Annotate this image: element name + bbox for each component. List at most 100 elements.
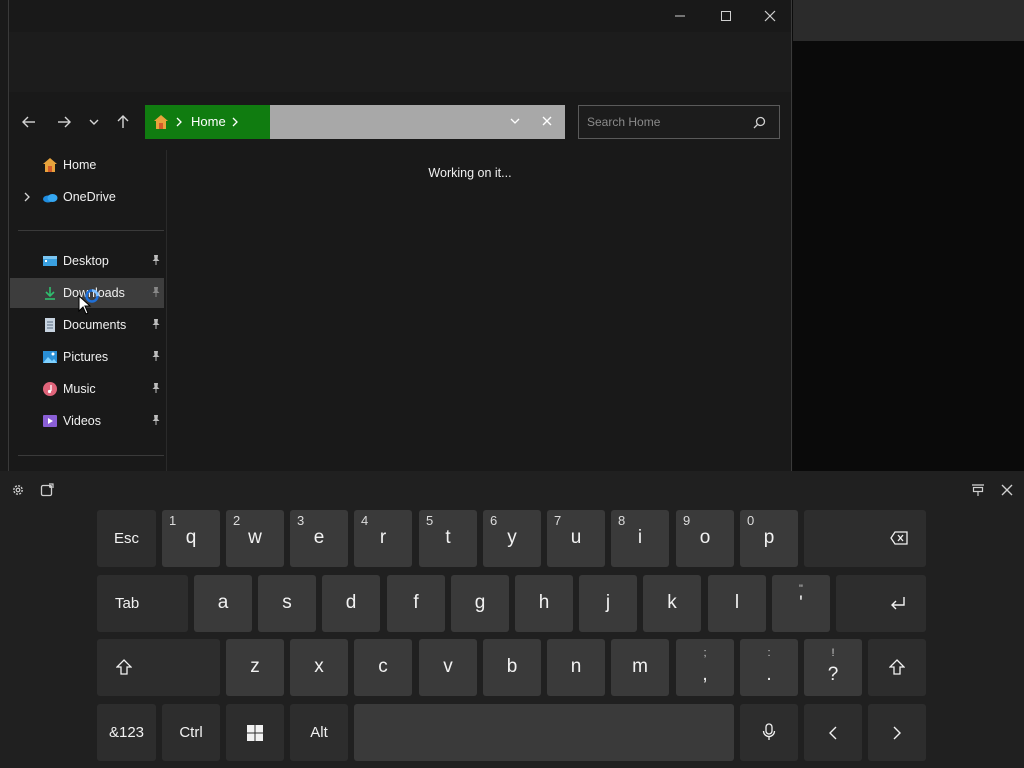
key-m[interactable]: m: [611, 639, 669, 696]
key-j[interactable]: j: [579, 575, 637, 632]
key-alt[interactable]: Alt: [290, 704, 348, 761]
key-label: t: [445, 527, 451, 548]
key-enter[interactable]: [836, 575, 926, 632]
key-num: 1: [169, 513, 177, 528]
key-arrow-right[interactable]: [868, 704, 926, 761]
sidebar-item-label: Pictures: [63, 350, 109, 364]
pin-icon[interactable]: [150, 414, 162, 426]
key-arrow-left[interactable]: [804, 704, 862, 761]
key-c[interactable]: c: [354, 639, 412, 696]
close-keyboard-button[interactable]: [999, 482, 1015, 498]
key-z[interactable]: z: [226, 639, 284, 696]
address-bar[interactable]: Home: [145, 105, 565, 139]
pin-icon[interactable]: [150, 254, 162, 266]
key-h[interactable]: h: [515, 575, 573, 632]
key-label: v: [443, 656, 453, 677]
title-bar[interactable]: [9, 0, 791, 32]
pin-icon[interactable]: [150, 286, 162, 298]
key-label: ': [799, 593, 803, 614]
key-num: 2: [233, 513, 241, 528]
key-backspace[interactable]: [804, 510, 926, 567]
shift-icon: [889, 659, 905, 675]
dock-keyboard-button[interactable]: [970, 482, 986, 498]
pin-icon[interactable]: [150, 318, 162, 330]
key-label: r: [379, 527, 387, 548]
sidebar-item-pictures[interactable]: Pictures: [10, 342, 164, 372]
maximize-button[interactable]: [703, 0, 749, 32]
key-windows[interactable]: [226, 704, 284, 761]
sticker-button[interactable]: [39, 482, 55, 498]
key-o[interactable]: 9o: [676, 510, 734, 567]
key-tab[interactable]: Tab: [97, 575, 188, 632]
dock-icon: [972, 484, 984, 496]
key-k[interactable]: k: [643, 575, 701, 632]
key-shift-right[interactable]: [868, 639, 926, 696]
forward-button[interactable]: [50, 108, 78, 136]
sidebar-item-music[interactable]: Music: [10, 374, 164, 404]
key-period[interactable]: :.: [740, 639, 798, 696]
key-v[interactable]: v: [419, 639, 477, 696]
key-esc[interactable]: Esc: [97, 510, 156, 567]
key-n[interactable]: n: [547, 639, 605, 696]
key-t[interactable]: 5t: [419, 510, 477, 567]
address-breadcrumb[interactable]: Home: [145, 105, 270, 139]
key-space[interactable]: [354, 704, 734, 761]
sidebar-item-onedrive[interactable]: OneDrive: [10, 182, 164, 212]
key-comma[interactable]: ;,: [676, 639, 734, 696]
key-s[interactable]: s: [258, 575, 316, 632]
key-question[interactable]: !?: [804, 639, 862, 696]
key-secondary: :: [767, 647, 771, 659]
sidebar-item-desktop[interactable]: Desktop: [10, 246, 164, 276]
key-l[interactable]: l: [708, 575, 766, 632]
key-w[interactable]: 2w: [226, 510, 284, 567]
minimize-button[interactable]: [657, 0, 703, 32]
key-label: d: [345, 592, 357, 613]
key-r[interactable]: 4r: [354, 510, 412, 567]
key-i[interactable]: 8i: [611, 510, 669, 567]
key-p[interactable]: 0p: [740, 510, 798, 567]
chevron-down-icon[interactable]: [509, 117, 521, 127]
key-label: k: [667, 592, 677, 613]
key-numbers-symbols[interactable]: &123: [97, 704, 156, 761]
key-e[interactable]: 3e: [290, 510, 348, 567]
back-button[interactable]: [15, 108, 43, 136]
microphone-icon: [762, 723, 776, 740]
key-apostrophe[interactable]: " ': [772, 575, 830, 632]
key-f[interactable]: f: [387, 575, 445, 632]
sidebar-item-label: Documents: [63, 318, 127, 332]
background-window-titlebar: [793, 0, 1024, 41]
key-x[interactable]: x: [290, 639, 348, 696]
close-icon[interactable]: [542, 116, 552, 126]
arrow-up-icon: [117, 115, 129, 128]
breadcrumb-home[interactable]: Home: [191, 114, 226, 129]
key-g[interactable]: g: [451, 575, 509, 632]
key-b[interactable]: b: [483, 639, 541, 696]
chevron-right-icon[interactable]: [23, 192, 31, 202]
key-num: 4: [361, 513, 369, 528]
search-input[interactable]: Search Home: [587, 115, 660, 129]
key-voice-typing[interactable]: [740, 704, 798, 761]
search-box[interactable]: Search Home: [578, 105, 780, 139]
key-d[interactable]: d: [322, 575, 380, 632]
recent-locations-button[interactable]: [80, 108, 108, 136]
pane-splitter[interactable]: [166, 150, 167, 471]
key-u[interactable]: 7u: [547, 510, 605, 567]
key-ctrl[interactable]: Ctrl: [162, 704, 220, 761]
up-button[interactable]: [109, 108, 137, 136]
key-q[interactable]: 1q: [162, 510, 220, 567]
key-num: 7: [554, 513, 562, 528]
sidebar-item-home[interactable]: Home: [10, 150, 164, 180]
key-label: c: [378, 656, 388, 677]
key-num: 3: [297, 513, 305, 528]
keyboard-settings-button[interactable]: [10, 482, 26, 498]
sidebar-item-videos[interactable]: Videos: [10, 406, 164, 436]
pin-icon[interactable]: [150, 350, 162, 362]
sidebar-item-label: Music: [63, 382, 96, 396]
key-a[interactable]: a: [194, 575, 252, 632]
desktop-background: [0, 0, 8, 471]
key-y[interactable]: 6y: [483, 510, 541, 567]
key-label: b: [506, 656, 518, 677]
key-shift-left[interactable]: [97, 639, 220, 696]
pin-icon[interactable]: [150, 382, 162, 394]
close-button[interactable]: [747, 0, 793, 32]
